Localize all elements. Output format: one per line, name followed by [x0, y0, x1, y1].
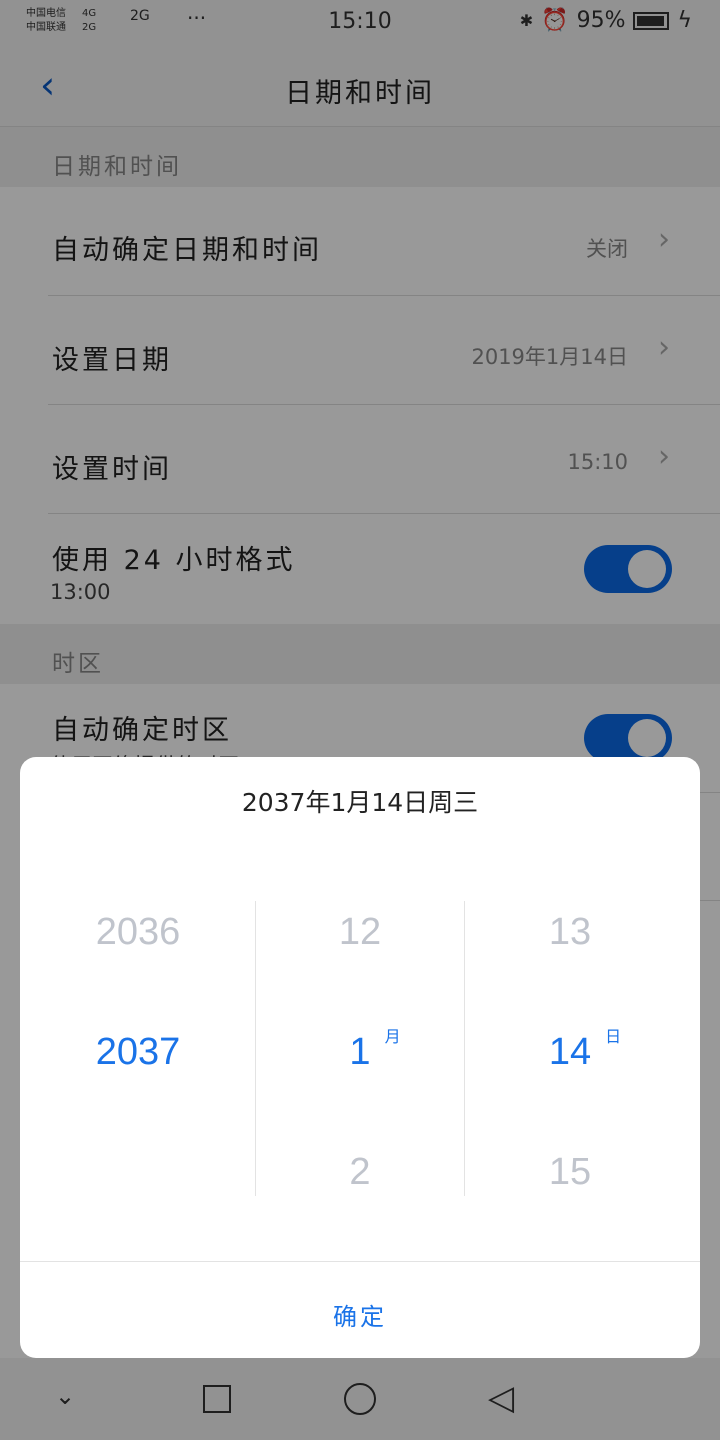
date-picker-dialog: 2037年1月14日周三 2036 2037 12 1月 2 13 14 日 15… — [20, 757, 700, 1358]
year-wheel[interactable]: 2036 2037 — [20, 901, 256, 1196]
day-unit: 日 — [605, 1029, 622, 1046]
month-unit: 月 — [384, 1029, 401, 1046]
month-prev[interactable]: 12 — [256, 911, 464, 954]
month-wheel[interactable]: 12 1月 2 — [256, 901, 464, 1196]
day-selected: 14 — [548, 1031, 592, 1073]
month-selected: 1 — [349, 1031, 371, 1073]
year-prev[interactable]: 2036 — [20, 911, 256, 954]
day-wheel[interactable]: 13 14 日 15 — [464, 901, 676, 1196]
day-next[interactable]: 15 — [464, 1151, 676, 1194]
dialog-title: 2037年1月14日周三 — [241, 788, 479, 817]
day-prev[interactable]: 13 — [464, 911, 676, 954]
year-selected[interactable]: 2037 — [20, 1031, 256, 1074]
month-next[interactable]: 2 — [256, 1151, 464, 1194]
confirm-button[interactable]: 确定 — [20, 1261, 700, 1358]
